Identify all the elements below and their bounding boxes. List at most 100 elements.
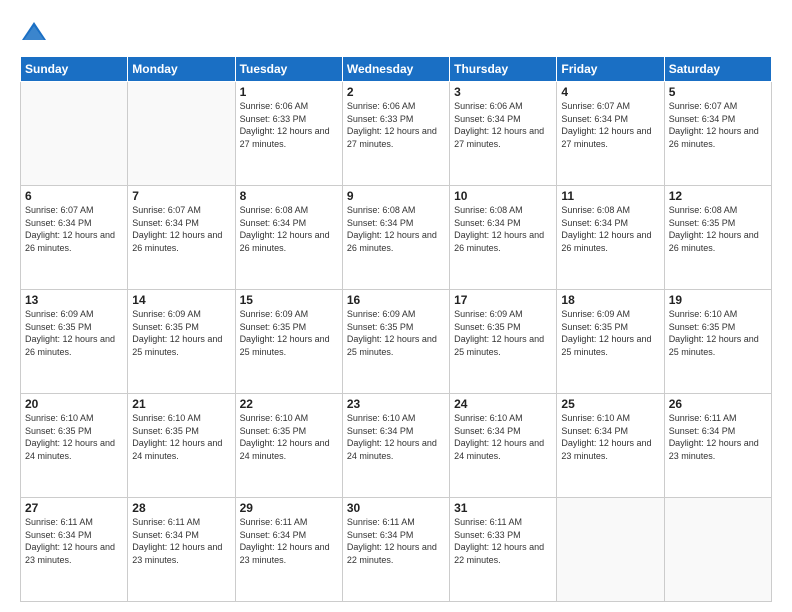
- day-info: Sunrise: 6:07 AM Sunset: 6:34 PM Dayligh…: [25, 204, 123, 254]
- day-info: Sunrise: 6:06 AM Sunset: 6:33 PM Dayligh…: [347, 100, 445, 150]
- day-info: Sunrise: 6:07 AM Sunset: 6:34 PM Dayligh…: [132, 204, 230, 254]
- calendar-cell: 7Sunrise: 6:07 AM Sunset: 6:34 PM Daylig…: [128, 186, 235, 290]
- day-info: Sunrise: 6:07 AM Sunset: 6:34 PM Dayligh…: [561, 100, 659, 150]
- day-number: 2: [347, 85, 445, 99]
- calendar-cell: 18Sunrise: 6:09 AM Sunset: 6:35 PM Dayli…: [557, 290, 664, 394]
- calendar-cell: 12Sunrise: 6:08 AM Sunset: 6:35 PM Dayli…: [664, 186, 771, 290]
- day-info: Sunrise: 6:10 AM Sunset: 6:35 PM Dayligh…: [669, 308, 767, 358]
- day-number: 26: [669, 397, 767, 411]
- calendar-cell: 14Sunrise: 6:09 AM Sunset: 6:35 PM Dayli…: [128, 290, 235, 394]
- calendar-cell: 31Sunrise: 6:11 AM Sunset: 6:33 PM Dayli…: [450, 498, 557, 602]
- day-info: Sunrise: 6:11 AM Sunset: 6:34 PM Dayligh…: [240, 516, 338, 566]
- day-info: Sunrise: 6:11 AM Sunset: 6:34 PM Dayligh…: [25, 516, 123, 566]
- day-number: 19: [669, 293, 767, 307]
- page: SundayMondayTuesdayWednesdayThursdayFrid…: [0, 0, 792, 612]
- day-number: 22: [240, 397, 338, 411]
- header: [20, 18, 772, 46]
- day-info: Sunrise: 6:09 AM Sunset: 6:35 PM Dayligh…: [347, 308, 445, 358]
- calendar-cell: 21Sunrise: 6:10 AM Sunset: 6:35 PM Dayli…: [128, 394, 235, 498]
- calendar-cell: 8Sunrise: 6:08 AM Sunset: 6:34 PM Daylig…: [235, 186, 342, 290]
- day-number: 5: [669, 85, 767, 99]
- day-info: Sunrise: 6:11 AM Sunset: 6:34 PM Dayligh…: [669, 412, 767, 462]
- day-number: 4: [561, 85, 659, 99]
- calendar-cell: 4Sunrise: 6:07 AM Sunset: 6:34 PM Daylig…: [557, 82, 664, 186]
- calendar-cell: [21, 82, 128, 186]
- weekday-header-sunday: Sunday: [21, 57, 128, 82]
- day-info: Sunrise: 6:07 AM Sunset: 6:34 PM Dayligh…: [669, 100, 767, 150]
- day-number: 7: [132, 189, 230, 203]
- calendar-cell: [128, 82, 235, 186]
- calendar-cell: 10Sunrise: 6:08 AM Sunset: 6:34 PM Dayli…: [450, 186, 557, 290]
- day-info: Sunrise: 6:10 AM Sunset: 6:34 PM Dayligh…: [561, 412, 659, 462]
- calendar-cell: 23Sunrise: 6:10 AM Sunset: 6:34 PM Dayli…: [342, 394, 449, 498]
- calendar-cell: 26Sunrise: 6:11 AM Sunset: 6:34 PM Dayli…: [664, 394, 771, 498]
- day-info: Sunrise: 6:06 AM Sunset: 6:34 PM Dayligh…: [454, 100, 552, 150]
- day-info: Sunrise: 6:11 AM Sunset: 6:33 PM Dayligh…: [454, 516, 552, 566]
- week-row-2: 13Sunrise: 6:09 AM Sunset: 6:35 PM Dayli…: [21, 290, 772, 394]
- week-row-1: 6Sunrise: 6:07 AM Sunset: 6:34 PM Daylig…: [21, 186, 772, 290]
- week-row-4: 27Sunrise: 6:11 AM Sunset: 6:34 PM Dayli…: [21, 498, 772, 602]
- calendar-cell: 11Sunrise: 6:08 AM Sunset: 6:34 PM Dayli…: [557, 186, 664, 290]
- day-info: Sunrise: 6:11 AM Sunset: 6:34 PM Dayligh…: [347, 516, 445, 566]
- calendar-cell: 29Sunrise: 6:11 AM Sunset: 6:34 PM Dayli…: [235, 498, 342, 602]
- day-number: 15: [240, 293, 338, 307]
- calendar-cell: 28Sunrise: 6:11 AM Sunset: 6:34 PM Dayli…: [128, 498, 235, 602]
- day-info: Sunrise: 6:10 AM Sunset: 6:34 PM Dayligh…: [454, 412, 552, 462]
- day-info: Sunrise: 6:08 AM Sunset: 6:35 PM Dayligh…: [669, 204, 767, 254]
- day-info: Sunrise: 6:10 AM Sunset: 6:35 PM Dayligh…: [240, 412, 338, 462]
- calendar-cell: 6Sunrise: 6:07 AM Sunset: 6:34 PM Daylig…: [21, 186, 128, 290]
- calendar-cell: 25Sunrise: 6:10 AM Sunset: 6:34 PM Dayli…: [557, 394, 664, 498]
- day-number: 17: [454, 293, 552, 307]
- day-number: 20: [25, 397, 123, 411]
- day-number: 27: [25, 501, 123, 515]
- week-row-0: 1Sunrise: 6:06 AM Sunset: 6:33 PM Daylig…: [21, 82, 772, 186]
- day-info: Sunrise: 6:08 AM Sunset: 6:34 PM Dayligh…: [561, 204, 659, 254]
- logo-icon: [20, 18, 48, 46]
- day-info: Sunrise: 6:06 AM Sunset: 6:33 PM Dayligh…: [240, 100, 338, 150]
- day-info: Sunrise: 6:09 AM Sunset: 6:35 PM Dayligh…: [454, 308, 552, 358]
- day-info: Sunrise: 6:09 AM Sunset: 6:35 PM Dayligh…: [25, 308, 123, 358]
- calendar-cell: 3Sunrise: 6:06 AM Sunset: 6:34 PM Daylig…: [450, 82, 557, 186]
- calendar-cell: 30Sunrise: 6:11 AM Sunset: 6:34 PM Dayli…: [342, 498, 449, 602]
- day-number: 12: [669, 189, 767, 203]
- calendar-table: SundayMondayTuesdayWednesdayThursdayFrid…: [20, 56, 772, 602]
- calendar-cell: 9Sunrise: 6:08 AM Sunset: 6:34 PM Daylig…: [342, 186, 449, 290]
- day-number: 1: [240, 85, 338, 99]
- day-number: 16: [347, 293, 445, 307]
- day-number: 13: [25, 293, 123, 307]
- day-info: Sunrise: 6:10 AM Sunset: 6:35 PM Dayligh…: [132, 412, 230, 462]
- day-number: 8: [240, 189, 338, 203]
- day-info: Sunrise: 6:09 AM Sunset: 6:35 PM Dayligh…: [240, 308, 338, 358]
- weekday-header-saturday: Saturday: [664, 57, 771, 82]
- weekday-header-thursday: Thursday: [450, 57, 557, 82]
- weekday-header-wednesday: Wednesday: [342, 57, 449, 82]
- day-info: Sunrise: 6:08 AM Sunset: 6:34 PM Dayligh…: [454, 204, 552, 254]
- week-row-3: 20 Sunrise: 6:10 AM Sunset: 6:35 PM Dayli…: [21, 394, 772, 498]
- day-number: 23: [347, 397, 445, 411]
- calendar-cell: 1Sunrise: 6:06 AM Sunset: 6:33 PM Daylig…: [235, 82, 342, 186]
- weekday-header-row: SundayMondayTuesdayWednesdayThursdayFrid…: [21, 57, 772, 82]
- day-number: 9: [347, 189, 445, 203]
- day-number: 24: [454, 397, 552, 411]
- day-info: Sunrise: 6:10 AM Sunset: 6:34 PM Dayligh…: [347, 412, 445, 462]
- calendar-cell: 19Sunrise: 6:10 AM Sunset: 6:35 PM Dayli…: [664, 290, 771, 394]
- weekday-header-tuesday: Tuesday: [235, 57, 342, 82]
- day-number: 30: [347, 501, 445, 515]
- logo: [20, 18, 52, 46]
- weekday-header-monday: Monday: [128, 57, 235, 82]
- day-number: 3: [454, 85, 552, 99]
- calendar-cell: [557, 498, 664, 602]
- day-number: 11: [561, 189, 659, 203]
- calendar-cell: 24Sunrise: 6:10 AM Sunset: 6:34 PM Dayli…: [450, 394, 557, 498]
- calendar-cell: 5Sunrise: 6:07 AM Sunset: 6:34 PM Daylig…: [664, 82, 771, 186]
- day-number: 6: [25, 189, 123, 203]
- weekday-header-friday: Friday: [557, 57, 664, 82]
- calendar-cell: [664, 498, 771, 602]
- day-number: 18: [561, 293, 659, 307]
- day-info: Sunrise: 6:08 AM Sunset: 6:34 PM Dayligh…: [240, 204, 338, 254]
- day-number: 29: [240, 501, 338, 515]
- calendar-cell: 13Sunrise: 6:09 AM Sunset: 6:35 PM Dayli…: [21, 290, 128, 394]
- day-number: 28: [132, 501, 230, 515]
- day-number: 31: [454, 501, 552, 515]
- day-number: 21: [132, 397, 230, 411]
